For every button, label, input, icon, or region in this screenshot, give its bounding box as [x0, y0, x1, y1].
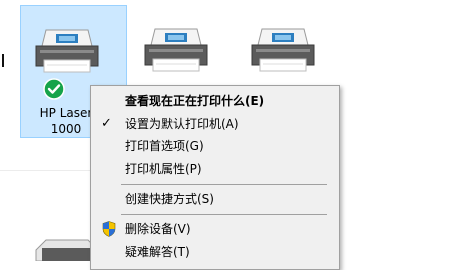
checkmark-icon: ✓: [101, 116, 112, 131]
menu-item-label: 创建快捷方式(S): [125, 192, 214, 206]
partial-text-mark: [2, 54, 4, 67]
menu-item-label: 查看现在正在打印什么(E): [125, 94, 265, 108]
menu-item-create-shortcut[interactable]: 创建快捷方式(S): [91, 188, 339, 210]
menu-separator: [121, 184, 327, 185]
menu-item-label: 删除设备(V): [125, 222, 191, 236]
menu-item-troubleshoot[interactable]: 疑难解答(T): [91, 241, 339, 263]
printer-tile-3[interactable]: [245, 5, 345, 85]
menu-item-printer-properties[interactable]: 打印机属性(P): [91, 158, 339, 180]
menu-item-label: 打印机属性(P): [125, 162, 202, 176]
menu-item-label: 打印首选项(G): [125, 139, 204, 153]
context-menu: 查看现在正在打印什么(E) ✓ 设置为默认打印机(A) 打印首选项(G) 打印机…: [90, 85, 340, 270]
menu-separator: [121, 214, 327, 215]
menu-item-label: 疑难解答(T): [125, 245, 190, 259]
printer-icon: [251, 28, 315, 72]
menu-item-label: 设置为默认打印机(A): [125, 117, 239, 131]
uac-shield-icon: [102, 221, 116, 237]
printer-icon: [144, 28, 208, 72]
menu-item-printing-preferences[interactable]: 打印首选项(G): [91, 135, 339, 157]
printer-tile-2[interactable]: [138, 5, 238, 85]
menu-item-see-whats-printing[interactable]: 查看现在正在打印什么(E): [91, 90, 339, 112]
default-printer-check-icon: [43, 78, 65, 100]
section-divider: [0, 170, 95, 171]
menu-item-remove-device[interactable]: 删除设备(V): [91, 218, 339, 240]
menu-item-set-default-printer[interactable]: ✓ 设置为默认打印机(A): [91, 113, 339, 135]
printer-icon: [35, 29, 99, 73]
